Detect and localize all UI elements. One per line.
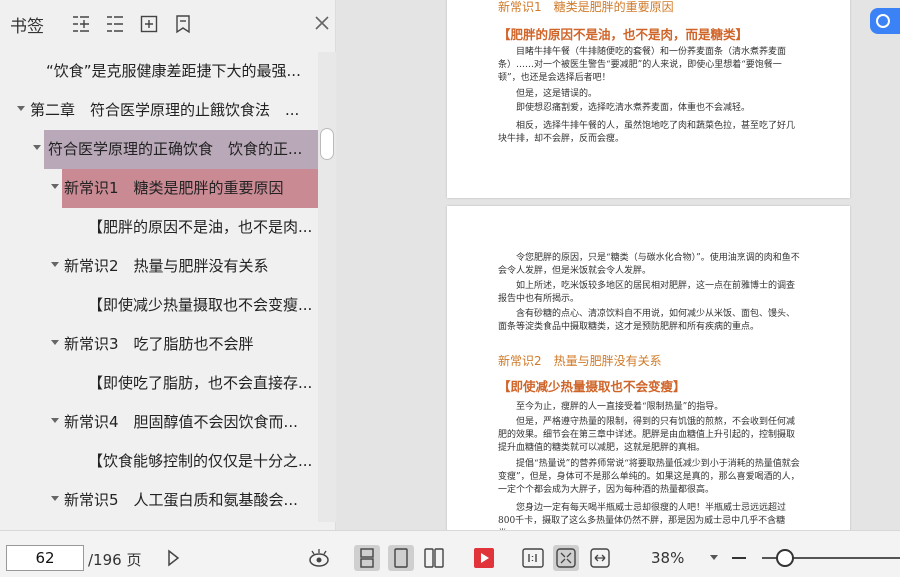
document-view[interactable]: 新常识1 糖类是肥胖的重要原因 【肥胖的原因不是油，也不是肉，而是糖类】 目睹牛…: [337, 0, 900, 530]
paragraph: 提倡“热量说”的营养师常说“将要取热量低减少到小于消耗的热量值就会变瘦”，但是，…: [498, 459, 800, 495]
tree-item[interactable]: 【肥胖的原因不是油，也不是肉...: [0, 208, 318, 247]
actual-size-icon[interactable]: [520, 545, 546, 571]
expand-all-icon[interactable]: [72, 14, 90, 34]
continuous-view-icon: [360, 548, 374, 568]
tree-item-label: 新常识2 热量与肥胖没有关系: [64, 257, 269, 275]
collapse-all-icon[interactable]: [106, 14, 124, 34]
paragraph: 但是，这是错误的。: [516, 89, 598, 99]
eye-care-icon[interactable]: [306, 545, 332, 571]
add-bookmark-icon[interactable]: [140, 14, 158, 34]
paragraph: 相反，选择牛排午餐的人，虽然饱地吃了肉和蔬菜色拉，甚至吃了好几块牛排，却不会胖，…: [498, 121, 796, 144]
expand-arrow-icon[interactable]: [33, 145, 41, 150]
paragraph: 目睹牛排午餐（牛排随便吃的套餐）和一份荞麦面条（清水煮荞麦面条）……对一个被医生…: [498, 47, 787, 83]
paragraph: 含有砂糖的点心、清凉饮料自不用说，如何减少从米饭、面包、馒头、面条等淀类食品中摄…: [498, 309, 796, 332]
expand-arrow-icon[interactable]: [51, 184, 59, 189]
tree-item[interactable]: “饮食”是克服健康差距捷下大的最强...: [0, 52, 318, 91]
next-page-icon[interactable]: [160, 545, 186, 571]
tree-item[interactable]: 新常识2 热量与肥胖没有关系: [0, 247, 318, 286]
bottom-toolbar: /196 页: [0, 530, 900, 577]
bookmark-icon[interactable]: [174, 14, 192, 34]
document-page: 令您肥胖的原因，只是“糖类（与碳水化合物）”。使用油烹调的肉和鱼不会令人发胖，但…: [447, 206, 850, 530]
tree-item-label: “饮食”是克服健康差距捷下大的最强...: [46, 62, 301, 80]
expand-arrow-icon[interactable]: [51, 418, 59, 423]
tree-item-label: 新常识3 吃了脂肪也不会胖: [64, 335, 254, 353]
tree-item-label: 【即使减少热量摄取也不会变瘦...: [88, 296, 313, 314]
page-total: /196 页: [88, 551, 142, 569]
sidebar-title: 书签: [10, 17, 44, 37]
sidebar-scrollbar[interactable]: [318, 52, 336, 522]
tree-item[interactable]: 【即使吃了脂肪，也不会直接存...: [0, 364, 318, 403]
document-page: 新常识1 糖类是肥胖的重要原因 【肥胖的原因不是油，也不是肉，而是糖类】 目睹牛…: [447, 0, 850, 198]
section-subheading: 【即使减少热量摄取也不会变瘦】: [498, 379, 686, 394]
assistant-icon: [876, 14, 890, 28]
bookmark-tree: “饮食”是克服健康差距捷下大的最强... 第二章 符合医学原理的止餓饮食法 ..…: [0, 52, 318, 522]
tree-item[interactable]: 【即使减少热量摄取也不会变瘦...: [0, 286, 318, 325]
tree-item-label: 符合医学原理的正确饮食 饮食的正...: [48, 140, 303, 158]
single-page-button[interactable]: [388, 545, 414, 571]
single-page-icon: [394, 548, 408, 568]
sidebar-header: 书签: [0, 0, 336, 48]
play-icon[interactable]: [471, 545, 497, 571]
expand-arrow-icon[interactable]: [17, 106, 25, 111]
tree-item-label: 【饮食能够控制的仅仅是十分之...: [88, 452, 313, 470]
zoom-slider-handle[interactable]: [776, 549, 794, 567]
continuous-view-button[interactable]: [354, 545, 380, 571]
section-heading: 新常识2 热量与肥胖没有关系: [498, 354, 662, 368]
tree-item[interactable]: 新常识3 吃了脂肪也不会胖: [0, 325, 318, 364]
tree-item[interactable]: 新常识4 胆固醇值不会因饮食而...: [0, 403, 318, 442]
tree-item-label: 新常识5 人工蛋白质和氨基酸会...: [64, 491, 298, 509]
tree-item-label: 【即使吃了脂肪，也不会直接存...: [88, 374, 313, 392]
dual-page-icon[interactable]: [421, 545, 447, 571]
paragraph: 至今为止，瘦胖的人一直接受着“限制热量”的指导。: [516, 402, 724, 412]
section-heading: 新常识1 糖类是肥胖的重要原因: [498, 0, 674, 14]
tree-item[interactable]: 第二章 符合医学原理的止餓饮食法 ...: [0, 91, 318, 130]
tree-item-label: 【肥胖的原因不是油，也不是肉...: [88, 218, 313, 236]
pdf-reader-app: 书签 “饮食”是克服健康差距捷下大的最强... 第二章 符合医学原理的止餓饮食法…: [0, 0, 900, 577]
paragraph: 您身边一定有每天喝半瓶威士忌却很瘦的人吧！半瓶威士忌远远超过800千卡，摄取了这…: [498, 503, 787, 530]
zoom-level[interactable]: 38%: [651, 549, 684, 567]
fit-page-icon: [556, 548, 576, 568]
fit-width-icon[interactable]: [587, 545, 613, 571]
paragraph: 即使想忍痛割爱，选择吃清水煮荞麦面，体重也不会减轻。: [516, 103, 751, 113]
tree-item-label: 新常识1 糖类是肥胖的重要原因: [64, 179, 284, 197]
section-subheading: 【肥胖的原因不是油，也不是肉，而是糖类】: [498, 27, 749, 42]
fit-page-button[interactable]: [553, 545, 579, 571]
assistant-float-button[interactable]: [870, 8, 900, 34]
expand-arrow-icon[interactable]: [51, 340, 59, 345]
tree-item[interactable]: 【饮食能够控制的仅仅是十分之...: [0, 442, 318, 481]
bookmark-sidebar: 书签 “饮食”是克服健康差距捷下大的最强... 第二章 符合医学原理的止餓饮食法…: [0, 0, 336, 530]
tree-item[interactable]: 新常识5 人工蛋白质和氨基酸会...: [0, 481, 318, 520]
scrollbar-thumb[interactable]: [320, 128, 334, 160]
expand-arrow-icon[interactable]: [51, 496, 59, 501]
paragraph: 如上所述，吃米饭较多地区的居民相对肥胖，这一点在前雅博士的调查报告中也有所揭示。: [498, 281, 796, 304]
close-icon[interactable]: [313, 14, 331, 32]
page-number-input[interactable]: [6, 545, 84, 571]
tree-item-current[interactable]: 新常识1 糖类是肥胖的重要原因: [0, 169, 318, 208]
tree-item-label: 第二章 符合医学原理的止餓饮食法 ...: [30, 101, 300, 119]
zoom-dropdown-icon[interactable]: [710, 555, 718, 560]
expand-arrow-icon[interactable]: [51, 262, 59, 267]
zoom-out-icon[interactable]: [732, 557, 746, 559]
tree-item-selected[interactable]: 符合医学原理的正确饮食 饮食的正...: [0, 130, 318, 169]
paragraph: 但是，严格遵守热量的限制，得到的只有饥饿的煎熬，不会收到任何减肥的效果。细节会在…: [498, 417, 796, 453]
tree-item-label: 新常识4 胆固醇值不会因饮食而...: [64, 413, 298, 431]
paragraph: 令您肥胖的原因，只是“糖类（与碳水化合物）”。使用油烹调的肉和鱼不会令人发胖，但…: [498, 253, 800, 276]
